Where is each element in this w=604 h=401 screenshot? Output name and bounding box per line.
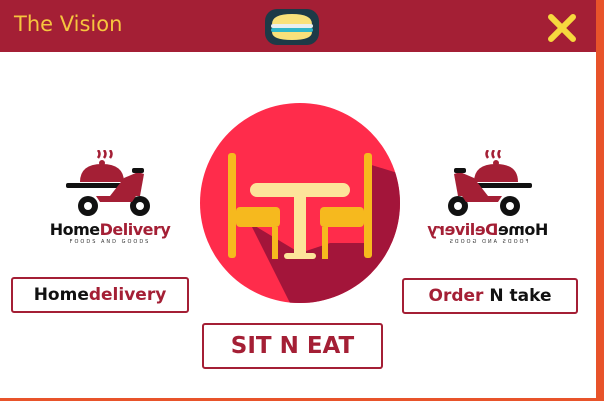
order-n-take-label-part2: N take bbox=[489, 286, 552, 306]
home-delivery-label-part2: delivery bbox=[88, 285, 167, 305]
home-delivery-label-part1: Home bbox=[33, 285, 89, 305]
close-icon[interactable] bbox=[546, 12, 578, 44]
logo-tagline: FOODS AND GOODS bbox=[69, 239, 151, 245]
scooter-delivery-icon bbox=[448, 149, 532, 216]
title-bar: The Vision bbox=[0, 0, 596, 52]
scooter-delivery-icon bbox=[66, 149, 150, 216]
logo-brand-text: HomeDelivery bbox=[427, 220, 549, 239]
home-delivery-logo-right: HomeDelivery FOODS AND GOODS bbox=[418, 149, 558, 250]
table-chairs-icon bbox=[200, 103, 400, 303]
order-n-take-button[interactable]: Order N take bbox=[402, 278, 578, 314]
logo-tagline: FOODS AND GOODS bbox=[447, 239, 529, 245]
logo-brand-text: HomeDelivery bbox=[49, 220, 171, 239]
order-n-take-label-part1: Order bbox=[428, 286, 484, 306]
sit-n-eat-button[interactable]: SIT N EAT bbox=[202, 323, 383, 369]
burger-icon bbox=[265, 9, 319, 45]
home-delivery-logo-left: HomeDelivery FOODS AND GOODS bbox=[40, 149, 180, 250]
home-delivery-button[interactable]: Homedelivery bbox=[11, 277, 189, 313]
vision-dialog: The Vision HomeDelivery FOODS AND GOODS … bbox=[0, 0, 599, 398]
window-title: The Vision bbox=[14, 12, 123, 36]
